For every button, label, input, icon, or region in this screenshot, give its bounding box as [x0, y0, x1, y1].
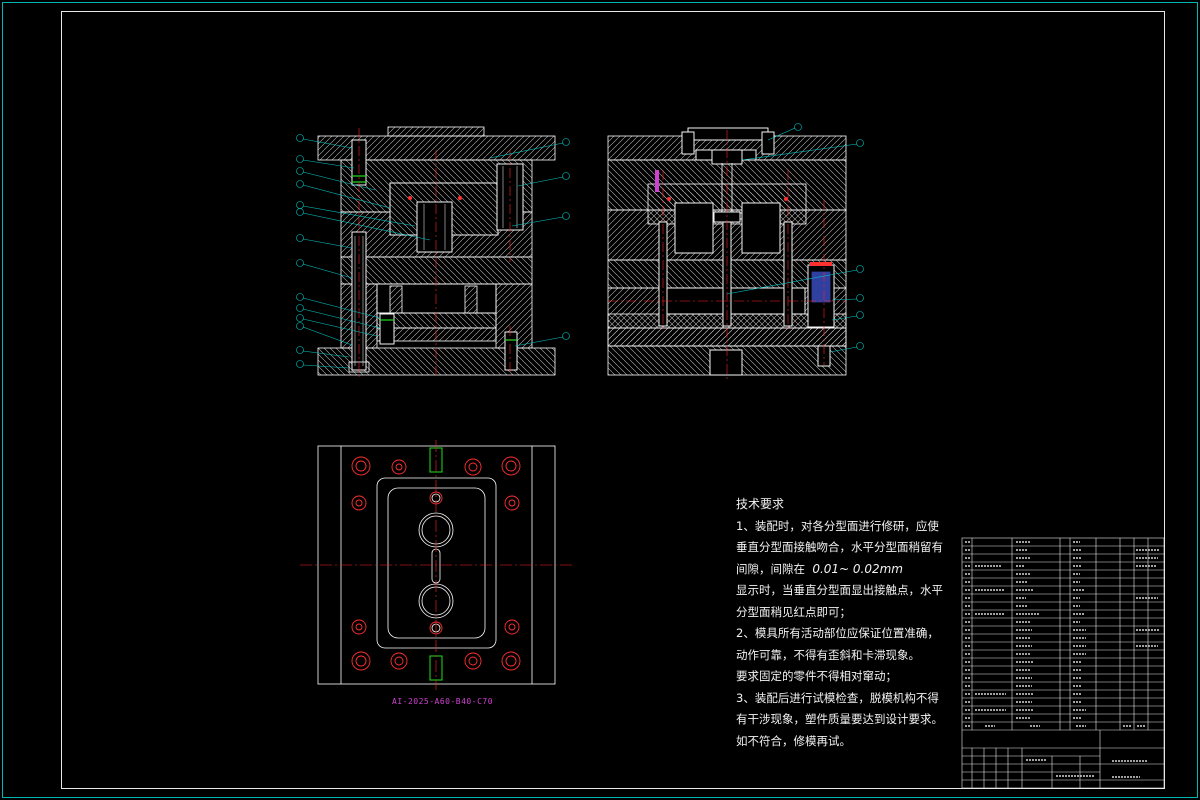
- drawing-frame: [61, 11, 1165, 789]
- tech-line-2: 垂直分型面接触吻合，水平分型面稍留有: [736, 540, 943, 554]
- tech-line-6: 2、模具所有活动部位应保证位置准确，: [736, 626, 939, 640]
- left-section-view: [317, 126, 556, 376]
- cad-drawing: [2, 2, 1198, 798]
- part-code-label: AI-2025-A60-B40-C70: [392, 697, 494, 706]
- tech-line-1: 1、装配时，对各分型面进行修研，应使: [736, 518, 939, 533]
- tech-line-7: 动作可靠，不得有歪斜和卡滞现象。: [736, 647, 920, 662]
- technical-requirements: 技术要求 1、装配时，对各分型面进行修研，应使 垂直分型面接触吻合，水平分型面稍…: [736, 494, 946, 752]
- outer-border: [2, 2, 1198, 798]
- tolerance-value: 0.01~ 0.02mm: [812, 561, 903, 576]
- tech-line-3: 间隙，间隙在 0.01~ 0.02mm: [736, 559, 946, 581]
- tech-line-9: 3、装配后进行试模检查，脱模机构不得: [736, 690, 939, 705]
- tech-line-4: 显示时，当垂直分型面显出接触点，水平: [736, 583, 943, 597]
- tech-line-11: 如不符合，修模再试。: [736, 733, 851, 748]
- tech-title: 技术要求: [736, 497, 785, 511]
- tech-line-5: 分型面稍见红点即可；: [736, 604, 851, 619]
- tech-line-3-text: 间隙，间隙在: [736, 561, 805, 576]
- bom-table: [961, 537, 1165, 789]
- tech-line-8: 要求固定的零件不得相对窜动；: [736, 669, 897, 683]
- tech-line-10: 有干涉现象，塑件质量要达到设计要求。: [736, 712, 943, 726]
- bom-text-strokes: [965, 541, 1160, 778]
